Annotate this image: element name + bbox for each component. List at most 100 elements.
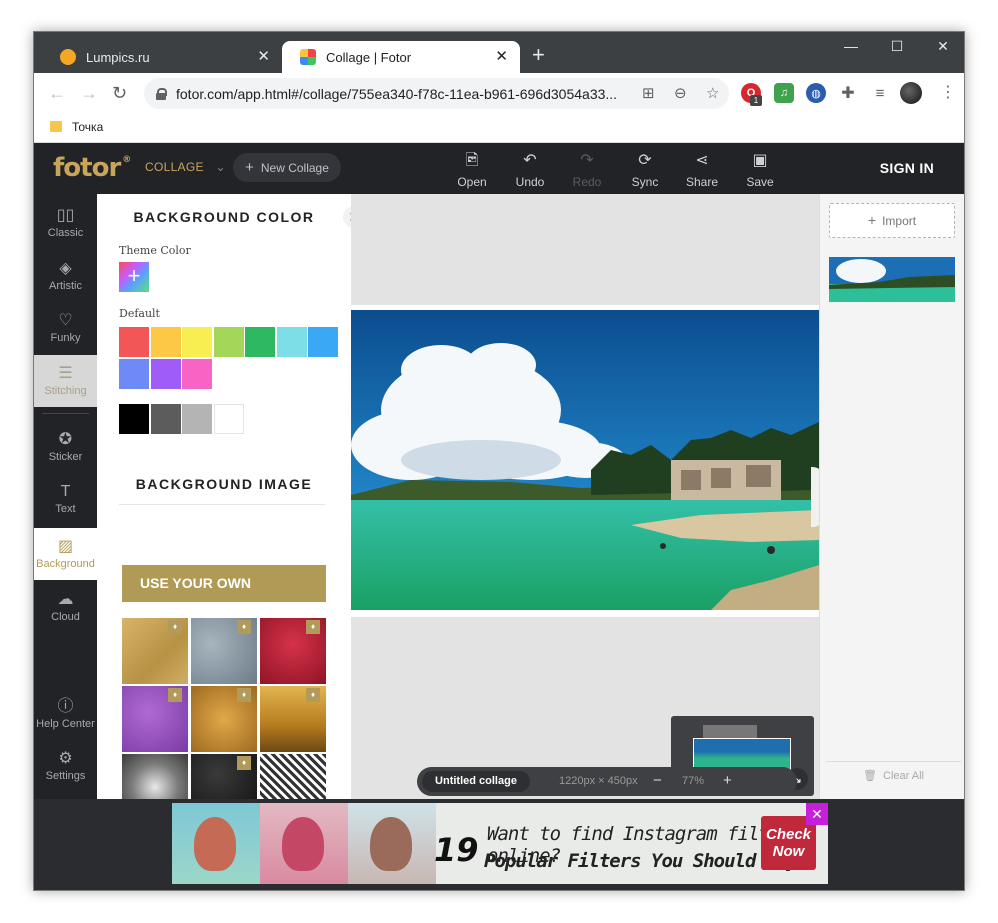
tab-title: Collage | Fotor	[326, 49, 412, 65]
nav-classic[interactable]: ▯▯ Classic	[34, 197, 97, 249]
extension-globe-icon[interactable]: ◍	[806, 83, 826, 103]
nav-label: Stitching	[44, 385, 87, 397]
extensions-puzzle-icon[interactable]: ✚	[838, 83, 858, 103]
collage-photo[interactable]	[351, 305, 819, 617]
back-arrow-icon[interactable]: ←	[48, 83, 66, 103]
new-collage-button[interactable]: + New Collage	[233, 153, 341, 182]
bg-tile-purple[interactable]: ♦	[122, 686, 188, 752]
collage-canvas[interactable]: ↘ Untitled collage 1220px × 450px − 77% …	[351, 194, 823, 799]
plus-icon: +	[867, 212, 877, 228]
chrome-menu-icon[interactable]: ⋮	[940, 83, 956, 103]
open-button[interactable]: 🖻 Open	[447, 151, 497, 189]
color-swatch[interactable]	[119, 404, 149, 434]
color-swatch[interactable]	[150, 404, 181, 434]
nav-label: Classic	[47, 227, 84, 239]
mode-label: COLLAGE	[145, 160, 204, 174]
tab-close-icon[interactable]: ✕	[257, 49, 270, 65]
color-swatch[interactable]	[119, 359, 149, 389]
close-window-button[interactable]: ✕	[928, 38, 958, 55]
zoom-icon[interactable]: ⊖	[674, 84, 687, 102]
bg-tile-copper[interactable]: ♦	[191, 686, 257, 752]
bookmarks-bar: Точка	[34, 114, 964, 143]
color-swatch[interactable]	[182, 327, 212, 357]
save-icon: ▣	[752, 152, 768, 169]
redo-button[interactable]: ↷ Redo	[562, 151, 612, 189]
translate-icon[interactable]: ⊞	[642, 84, 655, 102]
sync-button[interactable]: ⟳ Sync	[620, 151, 670, 189]
sign-in-button[interactable]: SIGN IN	[880, 160, 934, 176]
tab-lumpics[interactable]: Lumpics.ru ✕	[42, 41, 282, 73]
bg-tile-black-sparkle[interactable]: ♦	[191, 754, 257, 799]
premium-icon: ♦	[306, 620, 320, 634]
use-your-own-button[interactable]: USE YOUR OWN	[122, 565, 326, 602]
maximize-button[interactable]: ☐	[882, 38, 912, 55]
tab-fotor[interactable]: Collage | Fotor ✕	[282, 41, 520, 73]
bookmark-star-icon[interactable]: ☆	[706, 84, 719, 102]
ad-face-3	[370, 817, 412, 871]
fotor-logo[interactable]: fotor ®	[53, 153, 131, 183]
media-control-icon[interactable]: ≡	[870, 83, 890, 103]
redo-icon: ↷	[580, 152, 594, 169]
extension-music-icon[interactable]: ♫	[774, 83, 794, 103]
premium-icon: ♦	[168, 620, 182, 634]
import-button[interactable]: + Import	[829, 203, 955, 238]
nav-text[interactable]: T Text	[34, 473, 97, 525]
premium-icon: ♦	[168, 688, 182, 702]
color-swatch[interactable]	[213, 327, 244, 357]
zoom-out-button[interactable]: −	[653, 772, 662, 789]
background-image-title: BACKGROUND IMAGE	[135, 476, 313, 492]
bookmark-tochka[interactable]: Точка	[72, 120, 103, 134]
address-bar[interactable]: fotor.com/app.html#/collage/755ea340-f78…	[144, 78, 729, 109]
photo-thumbnail[interactable]	[829, 257, 955, 302]
mode-dropdown[interactable]: COLLAGE ⌄	[145, 160, 226, 174]
plus-icon: +	[245, 159, 254, 176]
color-swatch[interactable]	[182, 404, 212, 434]
color-swatch[interactable]	[182, 359, 212, 389]
nav-background[interactable]: ▨ Background	[34, 528, 97, 580]
nav-sticker[interactable]: ✪ Sticker	[34, 421, 97, 473]
undo-button[interactable]: ↶ Undo	[505, 151, 555, 189]
nav-cloud[interactable]: ☁ Cloud	[34, 581, 97, 633]
trash-icon: 🗑	[863, 770, 877, 782]
new-collage-label: New Collage	[260, 160, 329, 175]
nav-settings[interactable]: ⚙ Settings	[34, 740, 97, 792]
cloud-icon: ☁	[57, 591, 74, 608]
tab-close-icon[interactable]: ✕	[495, 49, 508, 65]
color-swatch[interactable]	[245, 327, 275, 357]
ad-close-button[interactable]: ✕	[806, 803, 828, 825]
nav-help-center[interactable]: ⓘ Help Center	[34, 688, 97, 740]
color-swatch[interactable]	[150, 327, 181, 357]
clear-all-button[interactable]: 🗑 Clear All	[820, 769, 964, 782]
forward-arrow-icon[interactable]: →	[80, 83, 98, 103]
bg-tile-red[interactable]: ♦	[260, 618, 326, 684]
canvas-status-bar: Untitled collage 1220px × 450px − 77% +	[417, 767, 797, 796]
beach-panorama-image[interactable]	[351, 310, 819, 610]
color-swatch[interactable]	[150, 359, 181, 389]
add-theme-color-button[interactable]: +	[119, 262, 149, 292]
color-swatch[interactable]	[213, 404, 244, 434]
color-swatch[interactable]	[308, 327, 338, 357]
bg-tile-silver[interactable]: ♦	[191, 618, 257, 684]
reload-icon[interactable]: ↻	[112, 83, 127, 103]
share-button[interactable]: ⋖ Share	[677, 151, 727, 189]
ad-banner[interactable]: 19 Want to find Instagram filters online…	[172, 803, 828, 884]
nav-label: Background	[36, 558, 95, 570]
bg-tile-gold[interactable]: ♦	[122, 618, 188, 684]
profile-avatar[interactable]	[900, 82, 922, 104]
new-tab-button[interactable]: +	[532, 44, 545, 66]
bg-tile-amber[interactable]: ♦	[260, 686, 326, 752]
color-swatch[interactable]	[276, 327, 307, 357]
minimize-button[interactable]: —	[836, 38, 866, 54]
collage-name[interactable]: Untitled collage	[422, 771, 530, 792]
nav-stitching[interactable]: ☰ Stitching	[34, 355, 97, 407]
ad-face-1	[194, 817, 236, 871]
nav-artistic[interactable]: ◈ Artistic	[34, 250, 97, 302]
browser-toolbar: ← → ↻ fotor.com/app.html#/collage/755ea3…	[34, 73, 964, 114]
bg-tile-stripes[interactable]	[260, 754, 326, 799]
bg-tile-gray-light[interactable]	[122, 754, 188, 799]
zoom-in-button[interactable]: +	[723, 772, 732, 789]
save-button[interactable]: ▣ Save	[735, 151, 785, 189]
color-swatch[interactable]	[119, 327, 149, 357]
nav-funky[interactable]: ♡ Funky	[34, 302, 97, 354]
tool-label: Open	[457, 175, 487, 189]
